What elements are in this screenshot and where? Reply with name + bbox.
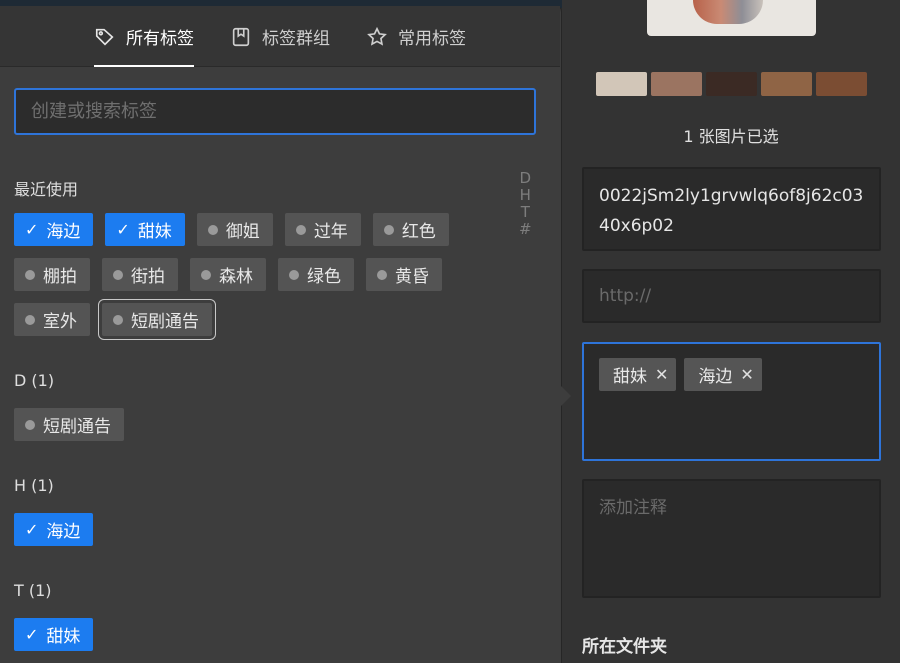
tag-label: 室外 — [43, 312, 77, 332]
tag-chip[interactable]: ✓ 海边 — [14, 513, 94, 546]
tab-tag-groups[interactable]: 标签群组 — [230, 6, 330, 67]
tag-label: 甜妹 — [137, 222, 172, 242]
index-letter[interactable]: # — [519, 221, 532, 238]
star-icon — [367, 26, 387, 46]
tag-chip[interactable]: 御姐 — [196, 213, 273, 246]
tag-chip[interactable]: 棚拍 — [14, 258, 90, 291]
recent-tags: ✓ 海边 ✓ 甜妹 御姐 过年 红色棚拍 街拍 森林 绿色 黄昏室外 短剧通告 — [14, 213, 494, 340]
group-title-t: T (1) — [14, 581, 52, 600]
tag-label: 红色 — [401, 222, 436, 242]
tag-tabs: 所有标签 标签群组 常用标签 — [0, 6, 560, 67]
applied-tag-chip[interactable]: 海边 ✕ — [684, 358, 762, 391]
recent-section-title: 最近使用 — [14, 180, 79, 199]
tag-label: 短剧通告 — [43, 417, 111, 437]
tag-search-input[interactable] — [14, 88, 536, 135]
tag-picker-popup: 所有标签 标签群组 常用标签 最近使用 ✓ 海边 ✓ 甜妹 御姐 过年 红色棚拍 街拍 森林 绿色… — [0, 6, 562, 663]
group-t-tags: ✓ 甜妹 — [14, 618, 494, 651]
color-swatch[interactable] — [706, 72, 757, 96]
tag-chip[interactable]: 室外 — [14, 303, 90, 336]
tag-label: 御姐 — [225, 222, 260, 242]
tag-label: 短剧通告 — [131, 312, 199, 332]
tag-chip[interactable]: ✓ 甜妹 — [105, 213, 185, 246]
image-thumbnail[interactable] — [647, 0, 816, 36]
dot-icon — [25, 269, 35, 280]
applied-tag-label: 甜妹 — [613, 367, 647, 387]
dot-icon — [113, 269, 123, 280]
tag-icon — [95, 28, 114, 46]
tag-label: 过年 — [313, 222, 348, 242]
dot-icon — [25, 314, 35, 325]
tag-label: 棚拍 — [43, 267, 77, 287]
tag-label: 甜妹 — [46, 627, 81, 647]
remove-tag-icon[interactable]: ✕ — [740, 365, 753, 384]
applied-tags-field[interactable]: 甜妹 ✕ 海边 ✕ — [582, 342, 881, 461]
tab-favorite-tags[interactable]: 常用标签 — [366, 6, 466, 67]
tab-all-tags[interactable]: 所有标签 — [94, 6, 194, 67]
tag-chip[interactable]: 黄昏 — [366, 258, 442, 291]
applied-tag-label: 海边 — [698, 367, 733, 387]
tag-chip[interactable]: ✓ 海边 — [14, 213, 94, 246]
check-icon: ✓ — [25, 625, 39, 644]
url-field[interactable]: http:// — [582, 269, 881, 323]
tag-chip[interactable]: 森林 — [190, 258, 266, 291]
alphabet-index: D H T # — [519, 170, 532, 238]
index-letter[interactable]: D — [520, 170, 532, 187]
tag-label: 森林 — [219, 267, 253, 287]
tab-label: 标签群组 — [262, 29, 330, 49]
tag-chip[interactable]: 红色 — [372, 213, 449, 246]
color-swatch[interactable] — [761, 72, 812, 96]
group-title-d: D (1) — [14, 371, 55, 390]
check-icon: ✓ — [25, 220, 39, 239]
index-letter[interactable]: H — [520, 187, 531, 204]
tag-chip[interactable]: ✓ 甜妹 — [14, 618, 94, 651]
tag-chip[interactable]: 过年 — [284, 213, 361, 246]
dot-icon — [201, 269, 211, 280]
remove-tag-icon[interactable]: ✕ — [655, 365, 668, 384]
tag-label: 街拍 — [131, 267, 165, 287]
check-icon: ✓ — [116, 220, 130, 239]
tag-chip[interactable]: 短剧通告 — [14, 408, 124, 441]
file-name-field[interactable]: 0022jSm2ly1grvwlq6of8j62c0340x6p02 — [582, 167, 881, 251]
tag-label: 海边 — [46, 522, 81, 542]
dot-icon — [207, 224, 218, 235]
dot-icon — [295, 224, 306, 235]
tab-label: 常用标签 — [398, 29, 466, 49]
check-icon: ✓ — [25, 520, 39, 539]
group-d-tags: 短剧通告 — [14, 408, 494, 441]
color-swatch[interactable] — [651, 72, 702, 96]
applied-tag-chip[interactable]: 甜妹 ✕ — [599, 358, 677, 391]
group-h-tags: ✓ 海边 — [14, 513, 494, 546]
folder-section-title: 所在文件夹 — [582, 637, 667, 657]
color-swatch[interactable] — [596, 72, 647, 96]
bookmark-icon — [232, 27, 250, 46]
tag-chip[interactable]: 绿色 — [278, 258, 354, 291]
inspector-panel: 1 张图片已选 0022jSm2ly1grvwlq6of8j62c0340x6p… — [562, 0, 900, 663]
tag-label: 绿色 — [307, 267, 341, 287]
dot-icon — [377, 269, 387, 280]
tag-label: 黄昏 — [395, 267, 429, 287]
group-title-h: H (1) — [14, 476, 54, 495]
tab-label: 所有标签 — [126, 29, 194, 49]
tag-chip[interactable]: 短剧通告 — [98, 299, 216, 340]
index-letter[interactable]: T — [521, 204, 530, 221]
dot-icon — [113, 314, 123, 325]
thumbnail-content — [693, 0, 763, 24]
note-field[interactable]: 添加注释 — [582, 479, 881, 598]
dot-icon — [289, 269, 299, 280]
selected-count: 1 张图片已选 — [683, 127, 779, 146]
dot-icon — [25, 419, 35, 430]
color-swatch[interactable] — [816, 72, 867, 96]
color-palette — [596, 72, 867, 96]
popup-pointer — [561, 386, 571, 406]
tag-chip[interactable]: 街拍 — [102, 258, 178, 291]
tag-label: 海边 — [46, 222, 81, 242]
dot-icon — [383, 224, 394, 235]
